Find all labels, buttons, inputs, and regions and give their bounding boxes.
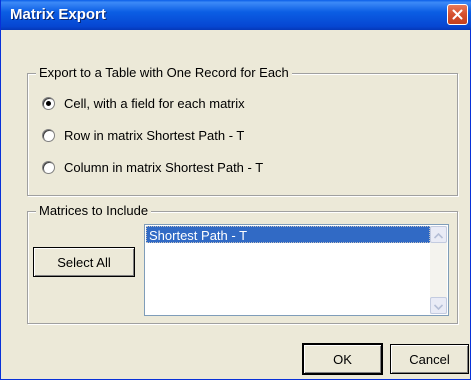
cancel-button[interactable]: Cancel: [390, 344, 469, 374]
title-bar[interactable]: Matrix Export: [1, 0, 471, 30]
radio-button-row[interactable]: [42, 128, 55, 142]
radio-option-column[interactable]: Column in matrix Shortest Path - T: [42, 158, 263, 176]
radio-option-cell[interactable]: Cell, with a field for each matrix: [42, 94, 245, 112]
scroll-down-button[interactable]: [430, 297, 447, 314]
list-item[interactable]: Shortest Path - T: [146, 226, 430, 243]
ok-button[interactable]: OK: [303, 344, 382, 374]
scroll-up-button[interactable]: [430, 226, 447, 243]
export-group-label: Export to a Table with One Record for Ea…: [36, 65, 292, 81]
chevron-down-icon: [433, 298, 444, 313]
vertical-scrollbar[interactable]: [430, 226, 447, 314]
radio-label-cell: Cell, with a field for each matrix: [64, 95, 245, 111]
close-button[interactable]: [447, 4, 468, 25]
radio-label-column: Column in matrix Shortest Path - T: [64, 159, 264, 175]
export-options-group: Export to a Table with One Record for Ea…: [27, 65, 458, 196]
radio-button-column[interactable]: [42, 160, 55, 174]
close-icon: [452, 9, 463, 20]
matrices-listbox[interactable]: Shortest Path - T: [144, 224, 449, 316]
chevron-up-icon: [433, 227, 444, 242]
window-title: Matrix Export: [10, 6, 106, 23]
select-all-button[interactable]: Select All: [33, 247, 135, 277]
radio-label-row: Row in matrix Shortest Path - T: [64, 127, 245, 143]
matrices-group-label: Matrices to Include: [36, 203, 152, 219]
matrix-export-dialog: Matrix Export Export to a Table with One…: [0, 0, 471, 380]
radio-option-row[interactable]: Row in matrix Shortest Path - T: [42, 126, 244, 144]
radio-button-cell[interactable]: [42, 96, 55, 110]
